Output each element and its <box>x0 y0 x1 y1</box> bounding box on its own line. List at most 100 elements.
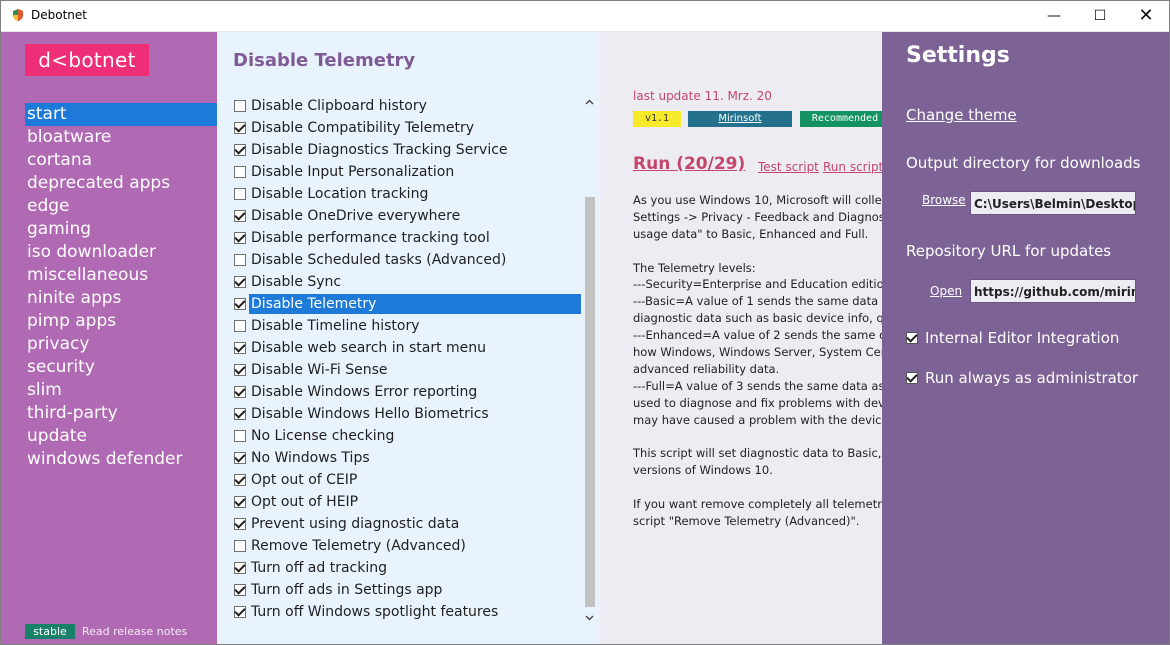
chevron-down-icon[interactable] <box>581 609 598 626</box>
checkbox-unchecked-icon[interactable] <box>234 254 246 266</box>
debotnet-logo[interactable]: d<botnet <box>25 44 149 76</box>
checkbox-unchecked-icon[interactable] <box>234 540 246 552</box>
checkbox-checked-icon[interactable] <box>234 474 246 486</box>
script-item-label[interactable]: Remove Telemetry (Advanced) <box>249 536 582 556</box>
checkbox-unchecked-icon[interactable] <box>234 188 246 200</box>
script-item[interactable]: Turn off Windows spotlight features <box>234 601 582 623</box>
checkbox-checked-icon[interactable] <box>234 364 246 376</box>
script-item-label[interactable]: No Windows Tips <box>249 448 582 468</box>
checkbox-checked-icon[interactable] <box>234 496 246 508</box>
script-item[interactable]: Disable Compatibility Telemetry <box>234 117 582 139</box>
nav-item-pimp-apps[interactable]: pimp apps <box>25 310 217 333</box>
script-item-label[interactable]: Opt out of CEIP <box>249 470 582 490</box>
script-item[interactable]: Disable Telemetry <box>234 293 582 315</box>
script-item-label[interactable]: Disable web search in start menu <box>249 338 582 358</box>
script-item[interactable]: Opt out of HEIP <box>234 491 582 513</box>
test-script-link[interactable]: Test script <box>758 160 819 174</box>
nav-item-gaming[interactable]: gaming <box>25 218 217 241</box>
script-item-label[interactable]: Prevent using diagnostic data <box>249 514 582 534</box>
nav-item-third-party[interactable]: third-party <box>25 402 217 425</box>
script-item-label[interactable]: Disable Telemetry <box>249 294 582 314</box>
nav-item-windows-defender[interactable]: windows defender <box>25 448 217 471</box>
script-item-label[interactable]: Disable Clipboard history <box>249 96 582 116</box>
script-item[interactable]: Disable Scheduled tasks (Advanced) <box>234 249 582 271</box>
run-script-link[interactable]: Run script <box>823 160 882 174</box>
checkbox-checked-icon[interactable] <box>234 452 246 464</box>
script-item-label[interactable]: Opt out of HEIP <box>249 492 582 512</box>
open-repo-link[interactable]: Open <box>930 284 962 298</box>
script-item[interactable]: Disable Diagnostics Tracking Service <box>234 139 582 161</box>
nav-item-deprecated-apps[interactable]: deprecated apps <box>25 172 217 195</box>
script-item-label[interactable]: Disable Location tracking <box>249 184 582 204</box>
script-item[interactable]: No License checking <box>234 425 582 447</box>
checkbox-checked-icon[interactable] <box>234 584 246 596</box>
script-item[interactable]: Disable Windows Hello Biometrics <box>234 403 582 425</box>
checkbox-unchecked-icon[interactable] <box>234 166 246 178</box>
nav-item-cortana[interactable]: cortana <box>25 149 217 172</box>
run-button[interactable]: Run (20/29) <box>633 154 745 174</box>
script-item[interactable]: Disable Clipboard history <box>234 95 582 117</box>
script-item[interactable]: Turn off ad tracking <box>234 557 582 579</box>
checkbox-checked-icon[interactable] <box>234 408 246 420</box>
script-item[interactable]: Disable Sync <box>234 271 582 293</box>
run-as-admin-checkbox[interactable]: Run always as administrator <box>906 369 1138 387</box>
script-item-label[interactable]: Disable Diagnostics Tracking Service <box>249 140 582 160</box>
checkbox-checked-icon[interactable] <box>234 342 246 354</box>
script-item[interactable]: No Windows Tips <box>234 447 582 469</box>
checkbox-unchecked-icon[interactable] <box>234 430 246 442</box>
nav-item-edge[interactable]: edge <box>25 195 217 218</box>
checkbox-checked-icon[interactable] <box>234 122 246 134</box>
script-item-label[interactable]: Turn off Windows spotlight features <box>249 602 582 622</box>
script-item[interactable]: Disable Timeline history <box>234 315 582 337</box>
repo-url-field[interactable]: https://github.com/mirinsoft <box>970 279 1136 303</box>
script-item-label[interactable]: Disable Scheduled tasks (Advanced) <box>249 250 582 270</box>
checkbox-checked-icon[interactable] <box>234 386 246 398</box>
script-item[interactable]: Turn off ads in Settings app <box>234 579 582 601</box>
checkbox-checked-icon[interactable] <box>234 232 246 244</box>
script-item-label[interactable]: Disable Windows Hello Biometrics <box>249 404 582 424</box>
script-item[interactable]: Disable Input Personalization <box>234 161 582 183</box>
script-item[interactable]: Opt out of CEIP <box>234 469 582 491</box>
script-item[interactable]: Disable OneDrive everywhere <box>234 205 582 227</box>
checkbox-checked-icon[interactable] <box>234 518 246 530</box>
checkbox-checked-icon[interactable] <box>234 276 246 288</box>
script-item[interactable]: Disable web search in start menu <box>234 337 582 359</box>
nav-item-update[interactable]: update <box>25 425 217 448</box>
checkbox-checked-icon[interactable] <box>234 606 246 618</box>
maximize-button[interactable]: ☐ <box>1077 0 1123 31</box>
nav-item-slim[interactable]: slim <box>25 379 217 402</box>
release-notes-link[interactable]: Read release notes <box>82 624 187 639</box>
list-scrollbar[interactable] <box>581 94 598 626</box>
nav-item-miscellaneous[interactable]: miscellaneous <box>25 264 217 287</box>
author-badge[interactable]: Mirinsoft <box>688 111 792 127</box>
script-item[interactable]: Disable Windows Error reporting <box>234 381 582 403</box>
scrollbar-thumb[interactable] <box>585 197 595 607</box>
minimize-button[interactable]: — <box>1031 0 1077 31</box>
checkbox-checked-icon[interactable] <box>234 144 246 156</box>
script-item[interactable]: Disable Location tracking <box>234 183 582 205</box>
script-item[interactable]: Disable performance tracking tool <box>234 227 582 249</box>
script-item[interactable]: Prevent using diagnostic data <box>234 513 582 535</box>
script-item[interactable]: Remove Telemetry (Advanced) <box>234 535 582 557</box>
nav-item-iso-downloader[interactable]: iso downloader <box>25 241 217 264</box>
nav-item-privacy[interactable]: privacy <box>25 333 217 356</box>
nav-item-security[interactable]: security <box>25 356 217 379</box>
script-item-label[interactable]: No License checking <box>249 426 582 446</box>
browse-link[interactable]: Browse <box>922 193 966 207</box>
script-item-label[interactable]: Turn off ad tracking <box>249 558 582 578</box>
checkbox-checked-icon[interactable] <box>234 298 246 310</box>
script-item-label[interactable]: Disable Windows Error reporting <box>249 382 582 402</box>
checkbox-checked-icon[interactable] <box>906 372 918 384</box>
script-item-label[interactable]: Disable Input Personalization <box>249 162 582 182</box>
nav-item-start[interactable]: start <box>25 103 217 126</box>
checkbox-checked-icon[interactable] <box>234 562 246 574</box>
script-item-label[interactable]: Disable Compatibility Telemetry <box>249 118 582 138</box>
output-dir-field[interactable]: C:\Users\Belmin\Desktop <box>970 191 1136 215</box>
script-item-label[interactable]: Disable OneDrive everywhere <box>249 206 582 226</box>
checkbox-checked-icon[interactable] <box>234 210 246 222</box>
checkbox-unchecked-icon[interactable] <box>234 320 246 332</box>
checkbox-unchecked-icon[interactable] <box>234 100 246 112</box>
script-item-label[interactable]: Turn off ads in Settings app <box>249 580 582 600</box>
close-button[interactable]: ✕ <box>1123 0 1169 31</box>
script-item[interactable]: Disable Wi-Fi Sense <box>234 359 582 381</box>
